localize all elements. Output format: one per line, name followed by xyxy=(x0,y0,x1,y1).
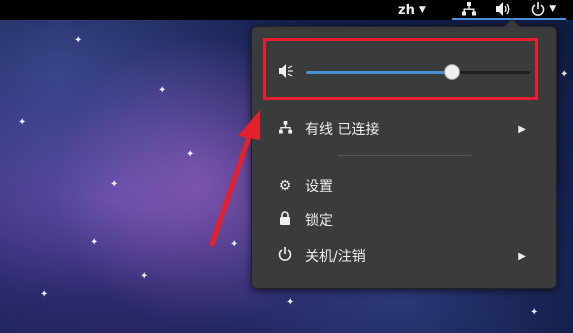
annotation-arrow xyxy=(209,110,260,247)
